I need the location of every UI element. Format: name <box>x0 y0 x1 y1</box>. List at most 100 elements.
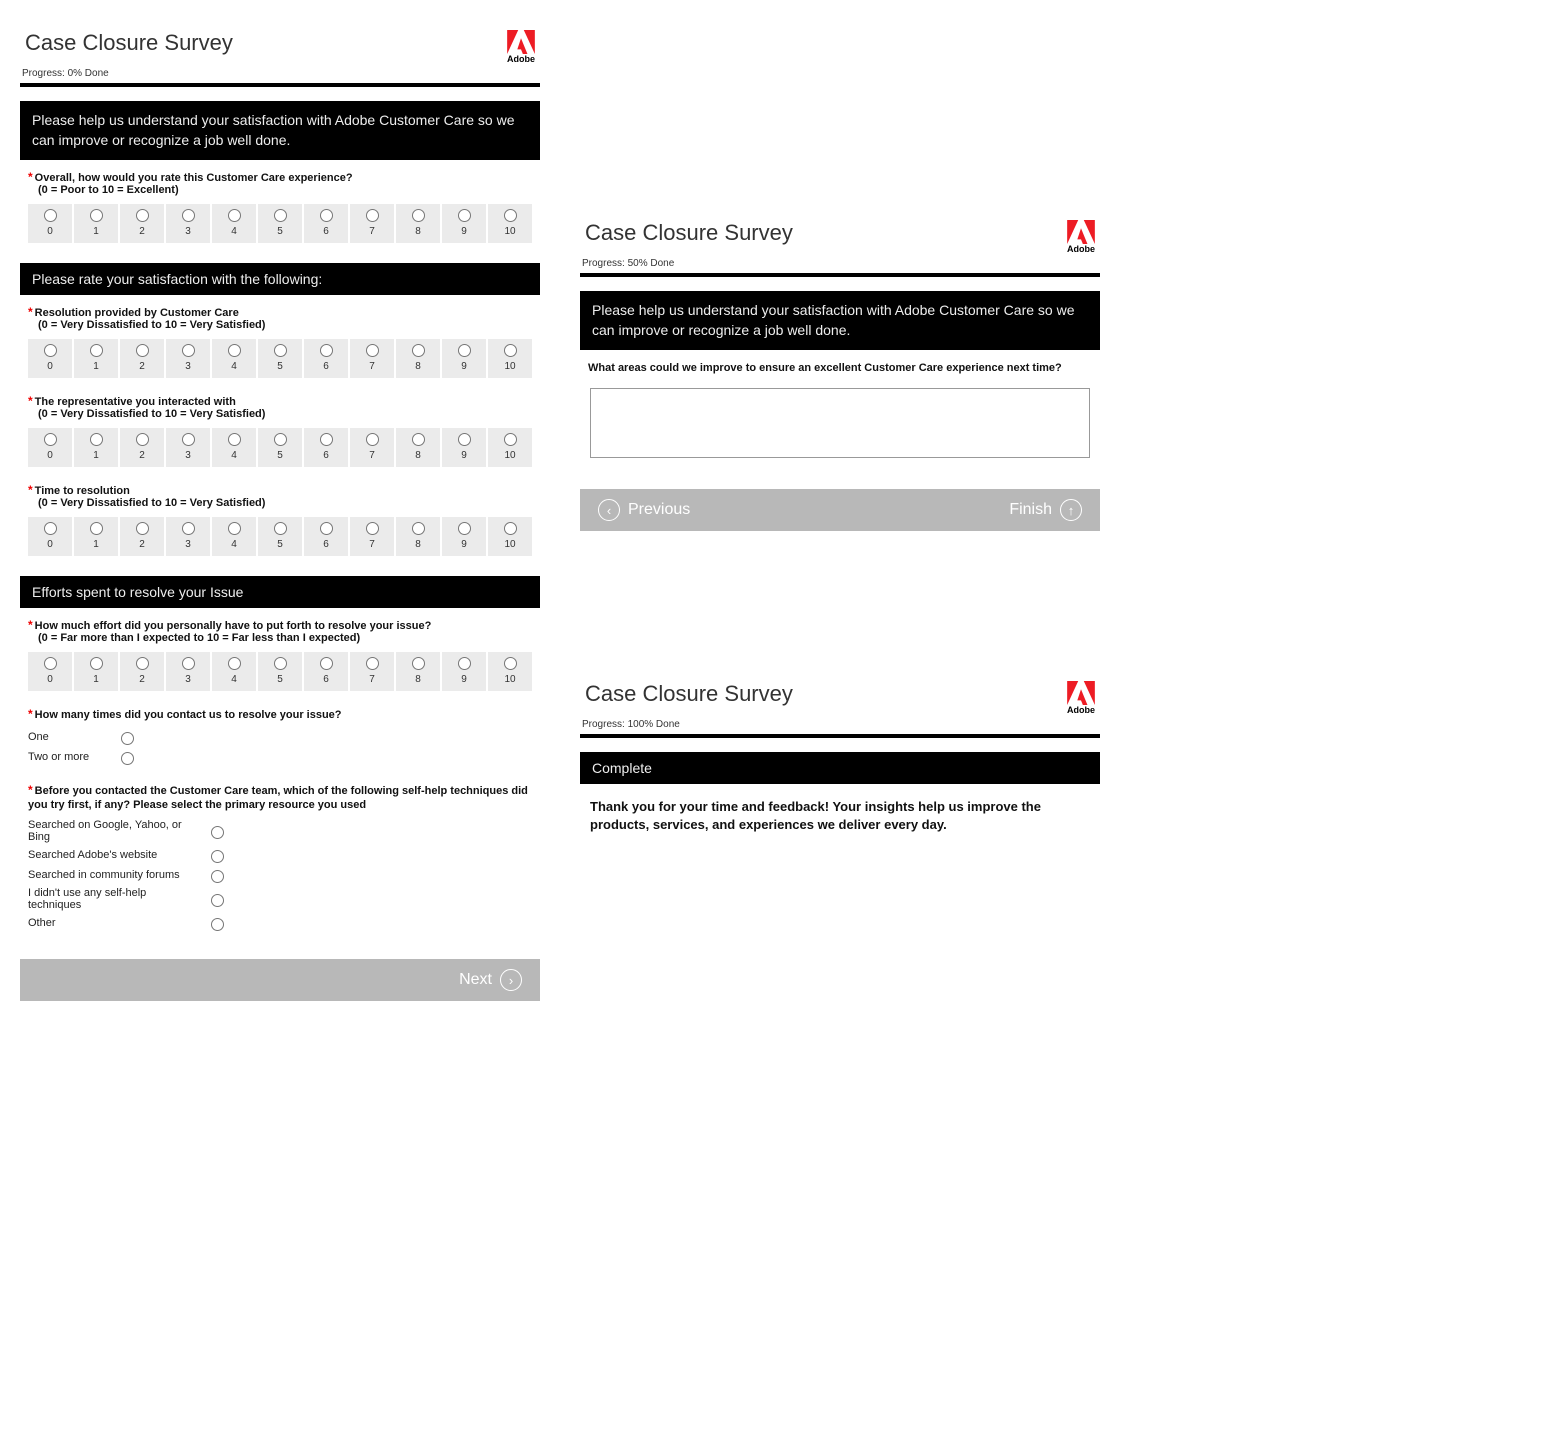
choice-two-or-more[interactable]: Two or more <box>28 747 532 767</box>
scale-option[interactable]: 8 <box>396 339 440 378</box>
scale-option[interactable]: 5 <box>258 652 302 691</box>
question-time: *Time to resolution (0 = Very Dissatisfi… <box>20 473 540 562</box>
progress-text: Progress: 100% Done <box>580 715 1100 734</box>
scale-option[interactable]: 5 <box>258 339 302 378</box>
question-resolution: *Resolution provided by Customer Care (0… <box>20 295 540 384</box>
page-title: Case Closure Survey <box>25 30 233 56</box>
scale-option[interactable]: 1 <box>74 204 118 243</box>
choice-community[interactable]: Searched in community forums <box>28 865 532 885</box>
survey-page-2: Case Closure Survey Adobe Progress: 50% … <box>580 210 1100 531</box>
choice-one[interactable]: One <box>28 727 532 747</box>
scale-option[interactable]: 1 <box>74 517 118 556</box>
scale-option[interactable]: 6 <box>304 652 348 691</box>
scale-option[interactable]: 0 <box>28 428 72 467</box>
scale-effort: 0 1 2 3 4 5 6 7 8 9 10 <box>28 652 532 691</box>
brand-name: Adobe <box>1067 244 1095 254</box>
improve-textarea[interactable] <box>590 388 1089 458</box>
scale-option[interactable]: 1 <box>74 652 118 691</box>
scale-option[interactable]: 3 <box>166 428 210 467</box>
chevron-left-icon: ‹ <box>598 499 620 521</box>
scale-option[interactable]: 9 <box>442 517 486 556</box>
intro-banner: Please help us understand your satisfact… <box>20 101 540 160</box>
section-effort-banner: Efforts spent to resolve your Issue <box>20 576 540 608</box>
scale-option[interactable]: 6 <box>304 428 348 467</box>
scale-option[interactable]: 10 <box>488 339 532 378</box>
scale-option[interactable]: 2 <box>120 652 164 691</box>
scale-option[interactable]: 4 <box>212 428 256 467</box>
scale-option[interactable]: 3 <box>166 204 210 243</box>
intro-banner: Please help us understand your satisfact… <box>580 291 1100 350</box>
adobe-logo-icon <box>1067 220 1095 244</box>
scale-option[interactable]: 9 <box>442 204 486 243</box>
scale-option[interactable]: 8 <box>396 428 440 467</box>
choice-none[interactable]: I didn't use any self-help techniques <box>28 885 532 913</box>
adobe-logo-icon <box>507 30 535 54</box>
scale-option[interactable]: 3 <box>166 652 210 691</box>
scale-option[interactable]: 9 <box>442 339 486 378</box>
scale-option[interactable]: 1 <box>74 339 118 378</box>
page-title: Case Closure Survey <box>585 681 793 707</box>
scale-rep: 0 1 2 3 4 5 6 7 8 9 10 <box>28 428 532 467</box>
scale-option[interactable]: 7 <box>350 204 394 243</box>
finish-button[interactable]: Finish ↑ <box>1009 499 1082 521</box>
choice-other[interactable]: Other <box>28 913 532 933</box>
question-selfhelp: *Before you contacted the Customer Care … <box>20 773 540 939</box>
nav-bar: ‹ Previous Finish ↑ <box>580 489 1100 531</box>
thank-you-message: Thank you for your time and feedback! Yo… <box>580 784 1100 848</box>
scale-option[interactable]: 3 <box>166 517 210 556</box>
nav-bar: Next › <box>20 959 540 1001</box>
next-button[interactable]: Next › <box>459 969 522 991</box>
scale-option[interactable]: 2 <box>120 428 164 467</box>
scale-option[interactable]: 4 <box>212 517 256 556</box>
brand-name: Adobe <box>1067 705 1095 715</box>
question-overall: *Overall, how would you rate this Custom… <box>20 160 540 249</box>
scale-option[interactable]: 9 <box>442 652 486 691</box>
scale-option[interactable]: 5 <box>258 517 302 556</box>
scale-option[interactable]: 8 <box>396 204 440 243</box>
header: Case Closure Survey Adobe <box>20 20 540 64</box>
scale-option[interactable]: 10 <box>488 517 532 556</box>
scale-option[interactable]: 0 <box>28 339 72 378</box>
scale-option[interactable]: 0 <box>28 517 72 556</box>
scale-option[interactable]: 0 <box>28 204 72 243</box>
scale-option[interactable]: 7 <box>350 517 394 556</box>
survey-page-1: Case Closure Survey Adobe Progress: 0% D… <box>20 20 540 1001</box>
scale-option[interactable]: 4 <box>212 204 256 243</box>
brand-logo: Adobe <box>507 30 535 64</box>
scale-option[interactable]: 7 <box>350 428 394 467</box>
scale-option[interactable]: 3 <box>166 339 210 378</box>
previous-button[interactable]: ‹ Previous <box>598 499 690 521</box>
required-marker: * <box>28 170 33 184</box>
scale-option[interactable]: 6 <box>304 517 348 556</box>
choice-search-engine[interactable]: Searched on Google, Yahoo, or Bing <box>28 817 532 845</box>
complete-banner: Complete <box>580 752 1100 784</box>
scale-option[interactable]: 8 <box>396 652 440 691</box>
scale-option[interactable]: 2 <box>120 339 164 378</box>
scale-option[interactable]: 2 <box>120 517 164 556</box>
brand-name: Adobe <box>507 54 535 64</box>
scale-option[interactable]: 10 <box>488 204 532 243</box>
survey-page-3: Case Closure Survey Adobe Progress: 100%… <box>580 671 1100 848</box>
header: Case Closure Survey Adobe <box>580 210 1100 254</box>
question-improve: What areas could we improve to ensure an… <box>580 350 1100 380</box>
brand-logo: Adobe <box>1067 681 1095 715</box>
scale-option[interactable]: 1 <box>74 428 118 467</box>
scale-option[interactable]: 4 <box>212 339 256 378</box>
choice-adobe-site[interactable]: Searched Adobe's website <box>28 845 532 865</box>
scale-option[interactable]: 10 <box>488 652 532 691</box>
scale-option[interactable]: 7 <box>350 652 394 691</box>
scale-option[interactable]: 6 <box>304 204 348 243</box>
scale-option[interactable]: 5 <box>258 204 302 243</box>
scale-option[interactable]: 7 <box>350 339 394 378</box>
scale-option[interactable]: 2 <box>120 204 164 243</box>
scale-overall: 0 1 2 3 4 5 6 7 8 9 10 <box>28 204 532 243</box>
scale-option[interactable]: 4 <box>212 652 256 691</box>
scale-option[interactable]: 10 <box>488 428 532 467</box>
scale-option[interactable]: 0 <box>28 652 72 691</box>
scale-option[interactable]: 5 <box>258 428 302 467</box>
progress-bar <box>20 83 540 87</box>
scale-option[interactable]: 8 <box>396 517 440 556</box>
scale-option[interactable]: 6 <box>304 339 348 378</box>
scale-option[interactable]: 9 <box>442 428 486 467</box>
question-contact-times: *How many times did you contact us to re… <box>20 697 540 773</box>
